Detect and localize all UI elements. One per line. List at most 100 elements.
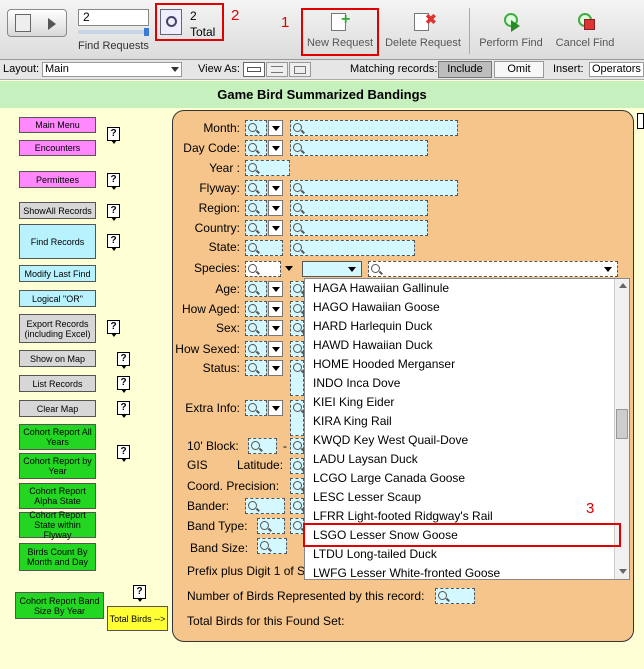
bander-field[interactable] [245,498,285,514]
day-code-operator-dropdown[interactable] [268,140,283,156]
species-option[interactable]: INDO Inca Dove [313,374,400,393]
species-option[interactable]: LTDU Long-tailed Duck [313,545,437,564]
species-option[interactable]: KWQD Key West Quail-Dove [313,431,468,450]
year-field[interactable] [245,160,290,176]
permittees-button[interactable]: Permittees [19,171,96,188]
total-birds-button[interactable]: Total Birds --> [107,606,168,631]
how-aged-field[interactable] [290,301,304,317]
delete-request-button[interactable]: ✖ Delete Request [383,11,463,49]
list-records-help-icon[interactable]: ? [117,376,130,393]
cohort-all-years-button[interactable]: Cohort Report All Years [19,424,96,450]
main-menu-button[interactable]: Main Menu [19,117,96,133]
state-operator-field[interactable] [245,240,283,256]
export-help-icon[interactable]: ? [107,320,120,337]
species-option[interactable]: LADU Laysan Duck [313,450,418,469]
show-on-map-button[interactable]: Show on Map [19,350,96,367]
age-operator-field[interactable] [245,281,267,297]
export-records-button[interactable]: Export Records (including Excel) [19,314,96,343]
coord-precision-field[interactable] [290,478,304,494]
cohort-help-icon[interactable]: ? [117,445,130,462]
month-operator-field[interactable] [245,120,267,136]
how-sexed-operator-field[interactable] [245,341,267,357]
species-operator-field[interactable] [245,261,281,277]
sex-field[interactable] [290,320,304,336]
omit-button[interactable]: Omit [494,61,544,78]
cohort-alpha-state-button[interactable]: Cohort Report Alpha State [19,483,96,509]
find-records-help-icon[interactable]: ? [107,234,120,251]
latitude-field[interactable] [290,458,304,474]
find-request-input[interactable]: 2 [78,9,149,26]
month-operator-dropdown[interactable] [268,120,283,136]
cohort-band-size-button[interactable]: Cohort Report Band Size By Year [15,592,104,619]
how-sexed-operator-dropdown[interactable] [268,341,283,357]
species-option[interactable]: LCGO Large Canada Goose [313,469,465,488]
sex-operator-dropdown[interactable] [268,320,283,336]
table-view-icon[interactable] [289,62,311,77]
request-slider[interactable] [78,28,149,36]
scroll-down-icon[interactable] [619,569,627,574]
perform-find-button[interactable]: Perform Find [476,11,546,49]
record-navigator[interactable] [7,9,67,37]
modify-last-find-button[interactable]: Modify Last Find [19,265,96,282]
day-code-operator-field[interactable] [245,140,267,156]
species-option[interactable]: KIRA King Rail [313,412,392,431]
number-of-birds-field[interactable] [435,588,475,604]
extra-info-operator-dropdown[interactable] [268,400,283,416]
band-type-field[interactable] [257,518,285,534]
permittees-help-icon[interactable]: ? [107,173,120,190]
species-option[interactable]: KIEI King Eider [313,393,394,412]
country-operator-field[interactable] [245,220,267,236]
extra-info-operator-field[interactable] [245,400,267,416]
species-option[interactable]: HAWD Hawaiian Duck [313,336,433,355]
bander-name-field[interactable] [290,498,304,514]
show-on-map-help-icon[interactable]: ? [117,352,130,369]
cohort-by-year-button[interactable]: Cohort Report by Year [19,453,96,479]
species-option[interactable]: LWFG Lesser White-fronted Goose [313,564,500,579]
ten-block-to-field[interactable] [290,438,304,454]
list-records-button[interactable]: List Records [19,375,96,392]
how-sexed-field[interactable] [290,341,304,357]
cancel-find-button[interactable]: Cancel Find [551,11,619,49]
clear-map-button[interactable]: Clear Map [19,400,96,417]
species-operator-dropdown[interactable] [282,261,297,277]
logical-or-button[interactable]: Logical "OR" [19,290,96,307]
show-all-help-icon[interactable]: ? [107,204,120,221]
cohort-state-flyway-button[interactable]: Cohort Report State within Flyway [19,510,96,540]
include-button[interactable]: Include [438,61,492,78]
species-option[interactable]: LESC Lesser Scaup [313,488,421,507]
scrollbar-thumb[interactable] [616,409,628,439]
extra-info-field[interactable] [290,400,304,436]
month-field[interactable] [290,120,458,136]
species-option[interactable]: HARD Harlequin Duck [313,317,432,336]
band-type-desc-field[interactable] [290,518,304,534]
species-name-select[interactable] [368,261,618,277]
form-view-icon[interactable] [243,62,265,77]
species-option[interactable]: HAGO Hawaiian Goose [313,298,440,317]
state-field[interactable] [290,240,415,256]
layout-select[interactable]: Main [42,62,182,77]
region-operator-field[interactable] [245,200,267,216]
clear-map-help-icon[interactable]: ? [117,401,130,418]
age-operator-dropdown[interactable] [268,281,283,297]
age-field[interactable] [290,281,304,297]
next-arrow-icon[interactable] [48,18,56,30]
flyway-operator-field[interactable] [245,180,267,196]
status-operator-field[interactable] [245,360,267,376]
sex-operator-field[interactable] [245,320,267,336]
ten-block-from-field[interactable] [248,438,277,454]
how-aged-operator-field[interactable] [245,301,267,317]
panel-help-icon[interactable] [637,113,644,129]
birds-count-button[interactable]: Birds Count By Month and Day [19,543,96,571]
species-option[interactable]: HAGA Hawaiian Gallinule [313,279,449,298]
country-field[interactable] [290,220,428,236]
how-aged-operator-dropdown[interactable] [268,301,283,317]
list-view-icon[interactable] [266,62,288,77]
show-all-records-button[interactable]: ShowAll Records [19,202,96,219]
insert-operators-select[interactable]: Operators [589,62,644,77]
flyway-field[interactable] [290,180,458,196]
status-operator-dropdown[interactable] [268,360,283,376]
region-field[interactable] [290,200,428,216]
encounters-button[interactable]: Encounters [19,140,96,156]
day-code-field[interactable] [290,140,428,156]
band-size-help-icon[interactable]: ? [133,585,146,602]
